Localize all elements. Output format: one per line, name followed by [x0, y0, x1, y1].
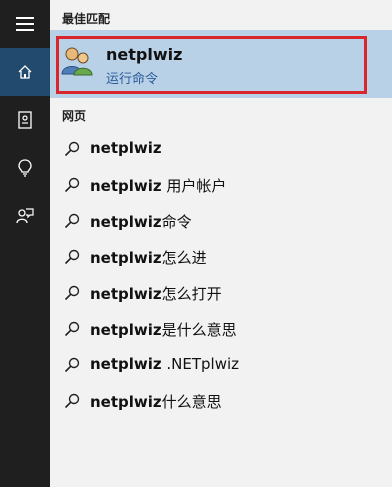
search-icon [64, 357, 80, 377]
web-result[interactable]: netplwiz命令 [50, 204, 392, 238]
home-icon [17, 64, 33, 80]
feedback-button[interactable] [0, 192, 50, 240]
web-result[interactable]: netplwiz .NETplwiz [50, 348, 392, 382]
search-results-panel: 最佳匹配 netplwiz 运行命令 网页 netplwiz netplwiz … [50, 0, 392, 487]
best-match-name: netplwiz [106, 45, 183, 64]
web-result[interactable]: netplwiz 用户帐户 [50, 168, 392, 202]
highlight-outline [56, 36, 367, 94]
user-accounts-icon [60, 44, 94, 78]
web-result[interactable]: netplwiz怎么进 [50, 240, 392, 274]
menu-icon [16, 17, 34, 31]
web-result-text: netplwiz是什么意思 [90, 321, 237, 339]
notebook-icon [17, 111, 33, 129]
menu-button[interactable] [0, 0, 50, 48]
web-result-text: netplwiz [90, 139, 162, 157]
notebook-button[interactable] [0, 96, 50, 144]
search-icon [64, 393, 80, 413]
tips-button[interactable] [0, 144, 50, 192]
search-icon [64, 285, 80, 305]
web-result-text: netplwiz什么意思 [90, 393, 222, 411]
best-match-heading: 最佳匹配 [62, 12, 111, 26]
best-match-subtitle: 运行命令 [106, 72, 159, 87]
lightbulb-icon [17, 159, 33, 177]
web-result-text: netplwiz 用户帐户 [90, 177, 227, 195]
search-icon [64, 321, 80, 341]
search-icon [64, 177, 80, 197]
web-result[interactable]: netplwiz什么意思 [50, 384, 392, 418]
search-icon [64, 141, 80, 161]
web-result-text: netplwiz命令 [90, 213, 192, 231]
web-result-text: netplwiz怎么打开 [90, 285, 222, 303]
left-rail [0, 0, 50, 487]
web-result-text: netplwiz怎么进 [90, 249, 207, 267]
web-result[interactable]: netplwiz怎么打开 [50, 276, 392, 310]
web-heading: 网页 [62, 109, 87, 123]
search-icon [64, 213, 80, 233]
home-button[interactable] [0, 48, 50, 96]
web-result-text: netplwiz .NETplwiz [90, 355, 240, 373]
feedback-icon [16, 207, 34, 225]
web-result[interactable]: netplwiz是什么意思 [50, 312, 392, 346]
web-result[interactable]: netplwiz [50, 132, 392, 166]
search-icon [64, 249, 80, 269]
